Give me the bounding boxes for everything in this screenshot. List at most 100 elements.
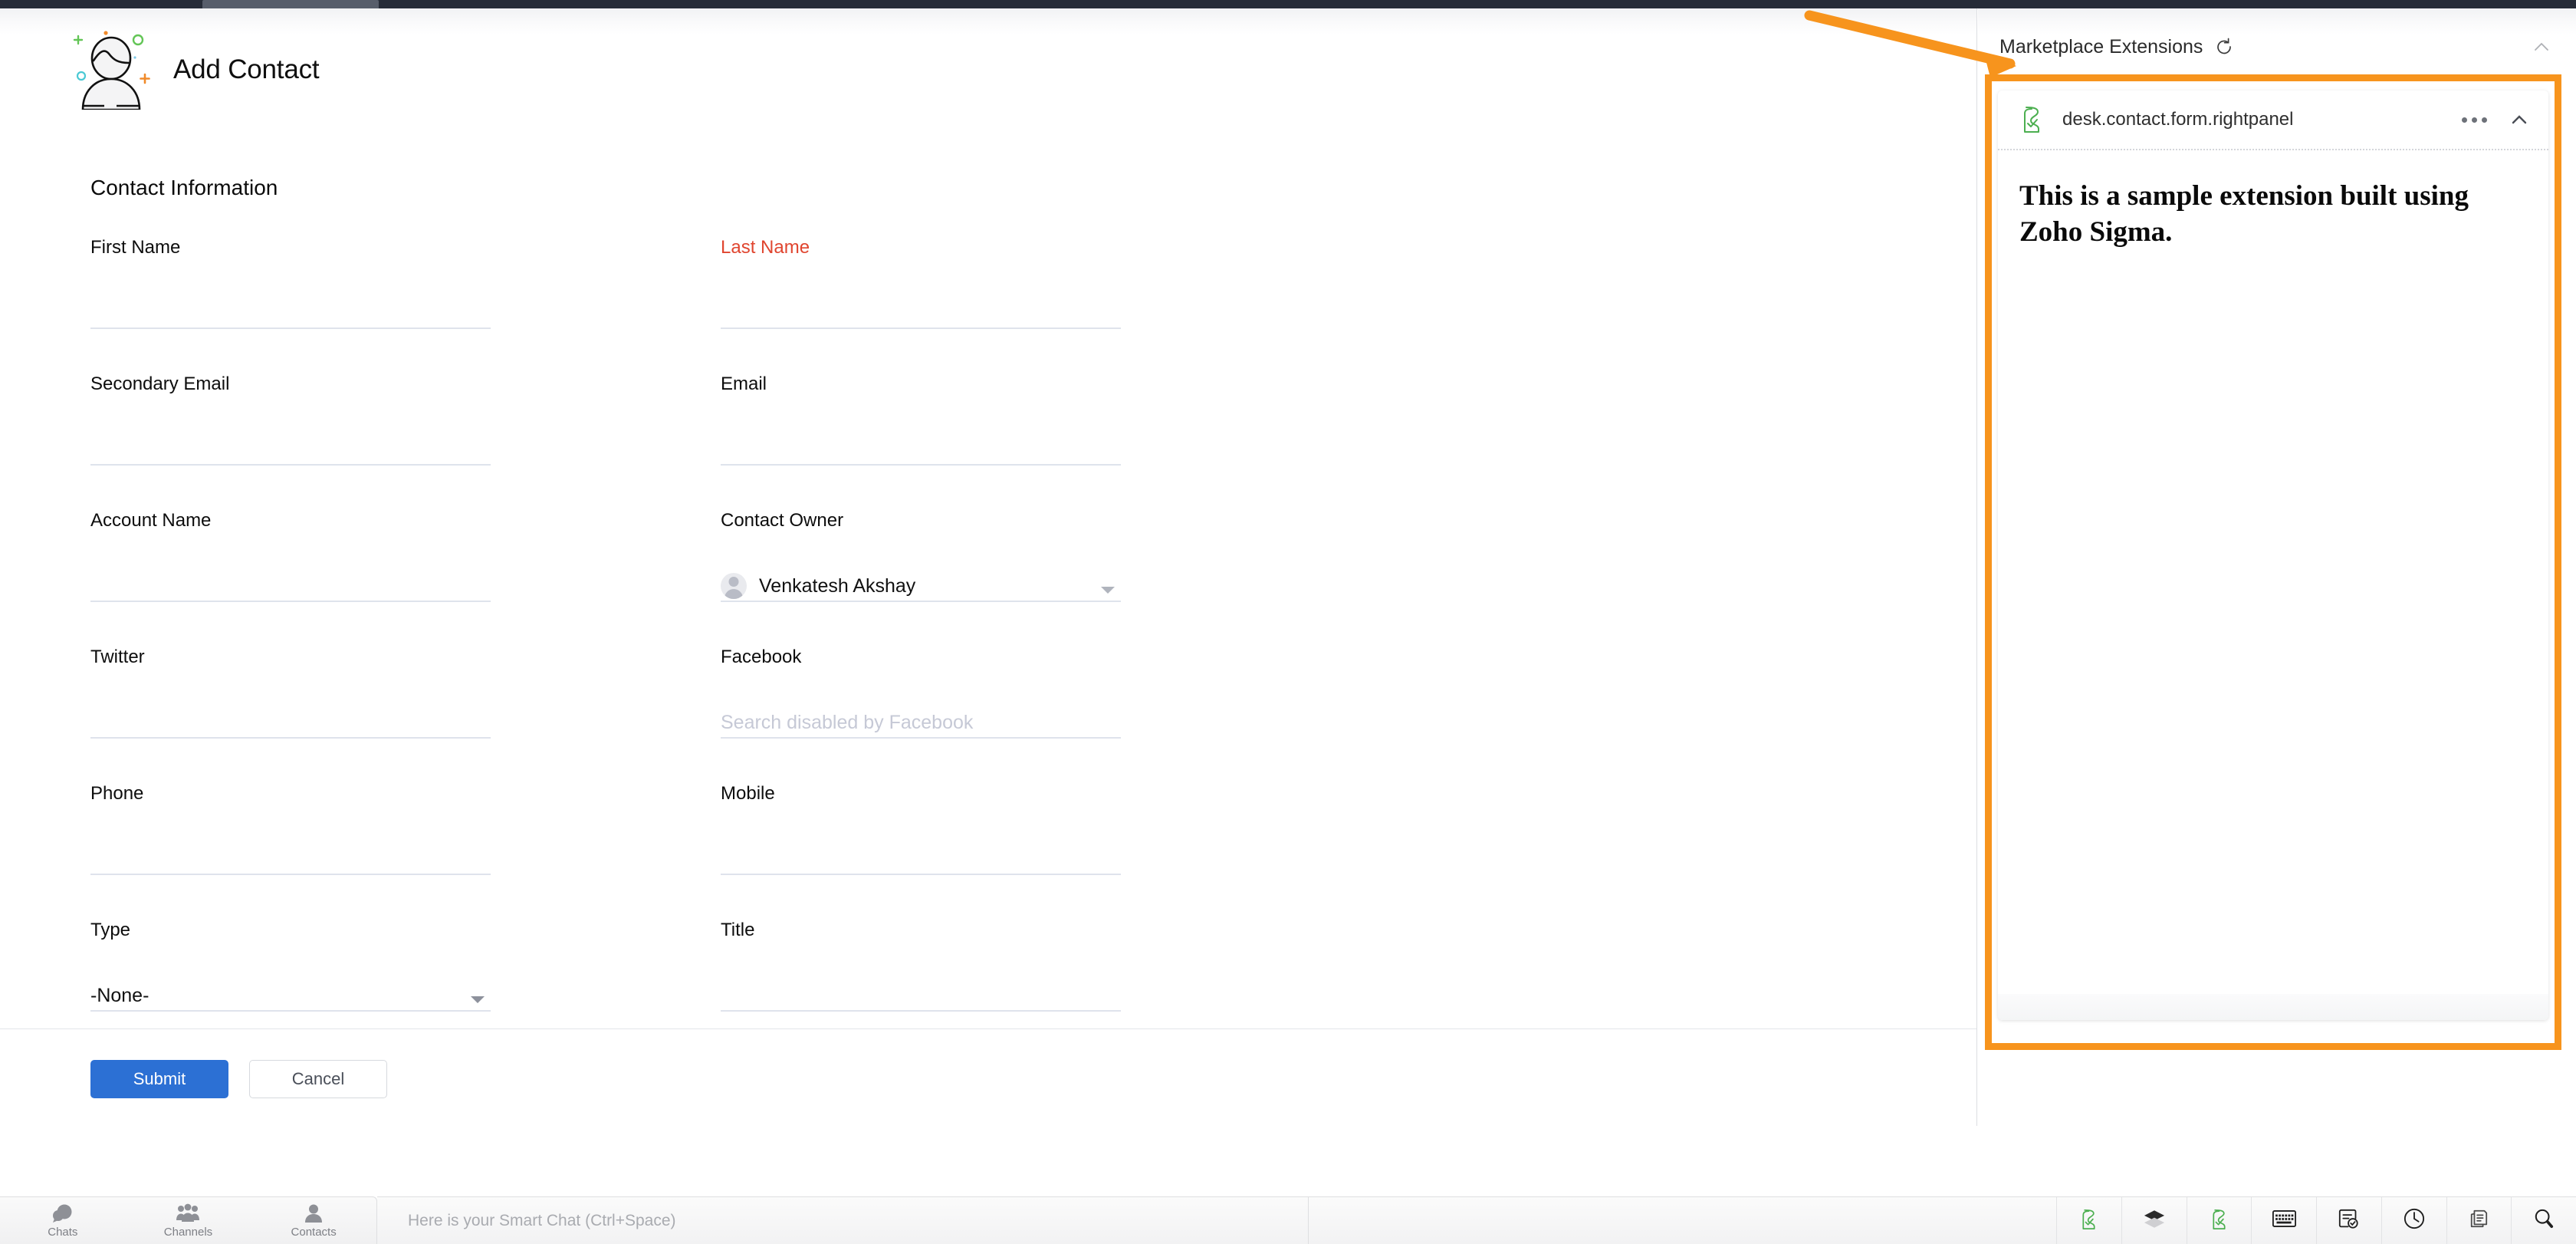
facebook-input[interactable]: Search disabled by Facebook <box>721 708 1121 739</box>
field-label: First Name <box>90 237 181 258</box>
browser-tab[interactable] <box>202 0 379 8</box>
field-grid: First Name Last Name Secondary Email Ema… <box>0 239 1976 1058</box>
panel-collapse-chevron-up-icon[interactable] <box>2530 35 2553 58</box>
taskbar-keyboard-button[interactable] <box>2251 1196 2316 1244</box>
field-label: Twitter <box>90 647 145 667</box>
extension-card-header: desk.contact.form.rightpanel <box>1998 91 2548 150</box>
task-check-icon <box>2338 1209 2359 1233</box>
extension-card-actions <box>2462 109 2530 130</box>
taskbar-clipboard-button[interactable] <box>2446 1196 2512 1244</box>
page-title: Add Contact <box>173 54 320 84</box>
taskbar-task-check-button[interactable] <box>2316 1196 2381 1244</box>
field-row: Account Name Contact Owner Venkatesh Aks… <box>0 512 1976 648</box>
last-name-input[interactable] <box>721 298 1121 329</box>
field-label: Account Name <box>90 510 212 531</box>
field-phone: Phone <box>90 785 491 875</box>
first-name-input[interactable] <box>90 298 491 329</box>
taskbar-item-label: Contacts <box>291 1225 337 1239</box>
smart-chat-bar[interactable]: Here is your Smart Chat (Ctrl+Space) <box>377 1196 1309 1244</box>
right-panel-header: Marketplace Extensions <box>1978 28 2576 65</box>
chevron-down-icon[interactable] <box>1101 587 1115 594</box>
sigma-extension-icon <box>2078 1208 2099 1234</box>
marketplace-extensions-panel: Marketplace Extensions desk.contact.form… <box>1978 8 2576 1126</box>
field-title: Title <box>721 921 1121 1012</box>
extension-footer-strip <box>1998 994 2548 1020</box>
extension-sample-text: This is a sample extension built using Z… <box>2019 180 2469 248</box>
smart-chat-placeholder: Here is your Smart Chat (Ctrl+Space) <box>408 1211 676 1229</box>
field-twitter: Twitter <box>90 648 491 739</box>
field-value: -None- <box>90 985 150 1006</box>
field-label: Email <box>721 374 767 394</box>
contact-form-pane: Add Contact Contact Information First Na… <box>0 8 1977 1126</box>
field-row: First Name Last Name <box>0 239 1976 375</box>
chats-icon <box>51 1203 74 1223</box>
clipboard-icon <box>2469 1209 2489 1232</box>
field-facebook: Facebook Search disabled by Facebook <box>721 648 1121 739</box>
field-row: Phone Mobile <box>0 785 1976 921</box>
secondary-email-input[interactable] <box>90 435 491 466</box>
extension-collapse-chevron-up-icon[interactable] <box>2509 109 2530 130</box>
field-secondary-email: Secondary Email <box>90 375 491 466</box>
twitter-input[interactable] <box>90 708 491 739</box>
field-last-name: Last Name <box>721 239 1121 329</box>
avatar <box>721 573 747 599</box>
field-label: Type <box>90 920 131 940</box>
field-row: Twitter Facebook Search disabled by Face… <box>0 648 1976 785</box>
bottom-taskbar: Chats Channels Contacts Here is your Sma… <box>0 1126 2576 1244</box>
taskbar-search-button[interactable] <box>2511 1196 2576 1244</box>
field-contact-owner: Contact Owner Venkatesh Akshay <box>721 512 1121 602</box>
taskbar-clock-button[interactable] <box>2380 1196 2446 1244</box>
search-icon <box>2534 1209 2554 1232</box>
cancel-button[interactable]: Cancel <box>249 1060 387 1098</box>
extension-body: This is a sample extension built using Z… <box>1998 150 2548 251</box>
field-placeholder: Search disabled by Facebook <box>721 712 974 733</box>
submit-button[interactable]: Submit <box>90 1060 228 1098</box>
field-label: Contact Owner <box>721 510 844 531</box>
field-label: Mobile <box>721 783 775 804</box>
contacts-icon <box>304 1203 324 1223</box>
layers-icon <box>2144 1209 2165 1232</box>
field-email: Email <box>721 375 1121 466</box>
field-type: Type -None- <box>90 921 491 1012</box>
refresh-icon[interactable] <box>2215 38 2233 56</box>
taskbar-spacer <box>1309 1196 2056 1244</box>
field-row: Secondary Email Email <box>0 375 1976 512</box>
field-label: Facebook <box>721 647 802 667</box>
taskbar-item-chats[interactable]: Chats <box>5 1203 120 1239</box>
field-label: Last Name <box>721 237 810 258</box>
field-label: Title <box>721 920 755 940</box>
email-input[interactable] <box>721 435 1121 466</box>
add-contact-illustration-icon <box>71 28 152 111</box>
field-first-name: First Name <box>90 239 491 329</box>
account-name-input[interactable] <box>90 571 491 602</box>
taskbar-item-label: Channels <box>163 1225 213 1239</box>
taskbar-item-contacts[interactable]: Contacts <box>256 1203 371 1239</box>
taskbar-item-channels[interactable]: Channels <box>130 1203 245 1239</box>
type-select[interactable]: -None- <box>90 981 491 1012</box>
taskbar-left-group: Chats Channels Contacts <box>0 1196 377 1244</box>
channels-icon <box>176 1203 200 1223</box>
chevron-down-icon[interactable] <box>471 996 485 1003</box>
title-input[interactable] <box>721 981 1121 1012</box>
extension-name: desk.contact.form.rightpanel <box>2062 109 2294 130</box>
right-panel-title: Marketplace Extensions <box>1999 35 2203 58</box>
taskbar-layers-button[interactable] <box>2121 1196 2187 1244</box>
mobile-input[interactable] <box>721 844 1121 875</box>
field-value: Venkatesh Akshay <box>759 575 916 597</box>
taskbar-sigma-extension-button-2[interactable] <box>2186 1196 2252 1244</box>
clock-icon <box>2404 1208 2425 1233</box>
form-footer: Submit Cancel <box>0 1028 1976 1126</box>
sigma-extension-icon <box>2018 105 2045 134</box>
sigma-extension-icon <box>2209 1208 2229 1234</box>
taskbar-item-label: Chats <box>48 1225 78 1239</box>
field-label: Phone <box>90 783 144 804</box>
window-chrome-bar <box>0 0 2576 8</box>
extension-card: desk.contact.form.rightpanel This is a s… <box>1998 91 2548 1020</box>
field-account-name: Account Name <box>90 512 491 602</box>
phone-input[interactable] <box>90 844 491 875</box>
form-header: Add Contact <box>71 28 320 111</box>
taskbar-right-group <box>2056 1196 2576 1244</box>
more-options-icon[interactable] <box>2462 117 2487 123</box>
taskbar-sigma-extension-button[interactable] <box>2056 1196 2121 1244</box>
contact-owner-select[interactable]: Venkatesh Akshay <box>721 571 1121 602</box>
